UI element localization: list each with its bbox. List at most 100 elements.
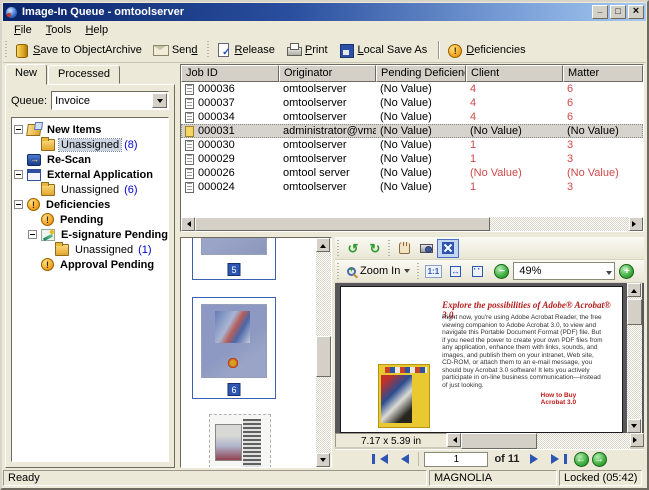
scroll-left-icon[interactable]: [181, 217, 195, 231]
select-image-button[interactable]: [437, 239, 459, 258]
table-horizontal-scrollbar[interactable]: [181, 217, 643, 231]
collapse-icon[interactable]: [28, 230, 37, 239]
page-navigation-bar: of 11 ← →: [335, 449, 644, 468]
deficiencies-button[interactable]: Deficiencies: [443, 41, 532, 59]
scrollbar-thumb[interactable]: [461, 433, 537, 449]
column-header-matter[interactable]: Matter: [563, 65, 643, 82]
viewer-vertical-scrollbar[interactable]: [627, 283, 642, 433]
zoom-mode-dropdown[interactable]: Zoom In: [342, 262, 415, 281]
local-save-as-button[interactable]: Local Save As: [335, 41, 435, 59]
thumbnail-page-6[interactable]: 6: [192, 297, 276, 399]
maximize-icon[interactable]: [610, 5, 626, 19]
zoom-level-select[interactable]: 49%: [513, 262, 615, 280]
collapse-icon[interactable]: [14, 170, 23, 179]
thumbnail-page-7[interactable]: [209, 414, 271, 468]
tree-item-unassigned-new[interactable]: Unassigned(8): [14, 137, 166, 152]
menu-file[interactable]: File: [7, 23, 39, 37]
tree-item-deficiencies[interactable]: Deficiencies: [14, 197, 166, 212]
tab-processed[interactable]: Processed: [48, 65, 120, 84]
queue-select[interactable]: Invoice: [51, 91, 169, 110]
collapse-icon[interactable]: [14, 125, 23, 134]
actual-size-button[interactable]: 1:1: [422, 262, 444, 281]
tree-item-re-scan[interactable]: Re-Scan: [14, 152, 166, 167]
scrollbar-thumb[interactable]: [627, 299, 642, 325]
scroll-down-icon[interactable]: [316, 453, 330, 467]
scroll-down-icon[interactable]: [627, 419, 641, 433]
tree-item-unassigned-esignature[interactable]: Unassigned(1): [14, 242, 166, 257]
scroll-right-icon[interactable]: [629, 217, 643, 231]
toolbar-gripper[interactable]: [4, 41, 9, 59]
page-number-input[interactable]: [424, 452, 488, 467]
table-row-selected[interactable]: 000031administrator@vma...(No Value)(No …: [181, 124, 643, 138]
first-page-icon: [375, 454, 388, 464]
print-button[interactable]: Print: [282, 41, 335, 59]
document-icon: [185, 140, 194, 151]
scrollbar-thumb[interactable]: [316, 336, 331, 376]
table-row[interactable]: 000034omtoolserver(No Value)46: [181, 110, 643, 124]
toolbar-gripper[interactable]: [336, 263, 341, 279]
column-header-originator[interactable]: Originator: [279, 65, 376, 82]
tree-item-esignature-pending[interactable]: E-signature Pending: [14, 227, 166, 242]
release-button[interactable]: Release: [212, 41, 282, 59]
document-icon: [185, 154, 194, 165]
main-toolbar: Save to ObjectArchive Send Release Print…: [3, 38, 646, 63]
document-icon: [185, 168, 194, 179]
last-page-button[interactable]: [548, 451, 567, 467]
scroll-up-icon[interactable]: [627, 283, 641, 297]
table-row[interactable]: 000037omtoolserver(No Value)46: [181, 96, 643, 110]
first-page-button[interactable]: [372, 451, 391, 467]
tree-item-approval-pending[interactable]: Approval Pending: [14, 257, 166, 272]
snapshot-button[interactable]: [415, 239, 437, 258]
thumbnails-scrollbar[interactable]: [316, 238, 331, 467]
pdf-body-text: Right now, you're using Adobe Acrobat Re…: [442, 314, 605, 389]
folder-open-icon: [26, 124, 42, 136]
fit-width-button[interactable]: [466, 262, 488, 281]
send-button[interactable]: Send: [149, 41, 205, 59]
fit-page-button[interactable]: [444, 262, 466, 281]
signature-icon: [41, 229, 55, 241]
toolbar-gripper[interactable]: [336, 240, 341, 256]
zoom-in-button[interactable]: +: [619, 264, 634, 279]
pdf-caption: How to BuyAcrobat 3.0: [541, 392, 577, 406]
tree-item-unassigned-external[interactable]: Unassigned(6): [14, 182, 166, 197]
queue-tabs: New Processed: [5, 64, 175, 84]
save-to-objectarchive-button[interactable]: Save to ObjectArchive: [10, 41, 149, 59]
scrollbar-thumb[interactable]: [195, 217, 490, 231]
scroll-left-icon[interactable]: [447, 433, 461, 447]
thumbnail-page-5[interactable]: 5: [192, 237, 276, 280]
zoom-out-button[interactable]: −: [494, 264, 509, 279]
menu-tools[interactable]: Tools: [39, 23, 79, 37]
tab-new[interactable]: New: [5, 64, 47, 85]
table-row[interactable]: 000026omtool server(No Value)(No Value)(…: [181, 166, 643, 180]
menu-help[interactable]: Help: [78, 23, 115, 37]
toolbar-gripper[interactable]: [206, 41, 211, 59]
toolbar-gripper[interactable]: [416, 263, 421, 279]
table-row[interactable]: 000024omtoolserver(No Value)13: [181, 180, 643, 194]
column-header-job-id[interactable]: Job ID: [181, 65, 279, 82]
tree-item-pending[interactable]: Pending: [14, 212, 166, 227]
rotate-right-button[interactable]: ↻: [364, 239, 386, 258]
scroll-up-icon[interactable]: [316, 238, 330, 252]
column-header-pending-deficiencies[interactable]: Pending Deficiencies: [376, 65, 466, 82]
history-back-button[interactable]: ←: [574, 452, 589, 467]
table-row[interactable]: 000029omtoolserver(No Value)13: [181, 152, 643, 166]
next-page-button[interactable]: [526, 451, 545, 467]
tree-item-new-items[interactable]: New Items: [14, 122, 166, 137]
previous-page-button[interactable]: [394, 451, 413, 467]
queue-panel-body: Queue: Invoice New Items Unassigned(8) R…: [5, 84, 175, 468]
table-row[interactable]: 000036omtoolserver(No Value)46: [181, 82, 643, 96]
scroll-right-icon[interactable]: [630, 433, 644, 447]
collapse-icon[interactable]: [14, 200, 23, 209]
viewer-horizontal-scrollbar[interactable]: [447, 433, 644, 449]
chevron-down-icon[interactable]: [152, 93, 167, 108]
minimize-icon[interactable]: [592, 5, 608, 19]
hand-tool-button[interactable]: [393, 239, 415, 258]
rotate-left-button[interactable]: ↺: [342, 239, 364, 258]
history-forward-button[interactable]: →: [592, 452, 607, 467]
close-icon[interactable]: [628, 5, 644, 19]
tree-item-external-application[interactable]: External Application: [14, 167, 166, 182]
column-header-client[interactable]: Client: [466, 65, 563, 82]
table-row[interactable]: 000030omtoolserver(No Value)13: [181, 138, 643, 152]
title-bar[interactable]: Image-In Queue - omtoolserver: [3, 3, 646, 21]
toolbar-gripper[interactable]: [387, 240, 392, 256]
